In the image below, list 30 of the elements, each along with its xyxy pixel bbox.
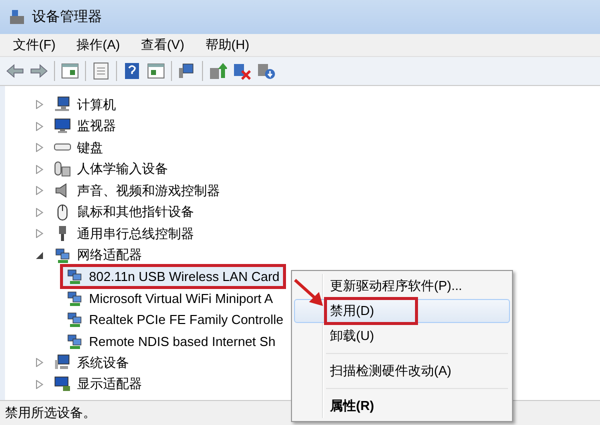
window-title: 设备管理器 <box>32 8 102 26</box>
monitor-icon <box>54 376 71 393</box>
status-text: 禁用所选设备。 <box>5 404 96 422</box>
window-icon[interactable] <box>61 62 79 80</box>
app-icon <box>8 8 26 26</box>
menu-item[interactable]: 帮助(H) <box>198 34 256 56</box>
menu-item[interactable]: 卸载(U) <box>294 324 510 348</box>
menu-item[interactable]: 文件(F) <box>6 34 63 56</box>
back-icon[interactable] <box>6 62 24 80</box>
input-device-icon <box>54 160 71 178</box>
window-icon[interactable] <box>147 62 165 80</box>
forward-icon[interactable] <box>30 62 48 80</box>
tree-item[interactable]: 802.11n USB Wireless LAN Card <box>60 264 286 290</box>
menu-item[interactable]: 属性(R) <box>294 394 510 418</box>
network-icon <box>66 268 83 286</box>
monitor-icon <box>54 118 71 135</box>
computer-icon <box>54 96 71 114</box>
network-icon <box>66 290 83 307</box>
menu-item[interactable]: 查看(V) <box>134 34 192 56</box>
menu-item[interactable]: 扫描检测硬件改动(A) <box>294 359 510 383</box>
computer-icon <box>54 354 71 372</box>
menu-item[interactable]: 更新驱动程序软件(P)... <box>294 274 510 298</box>
network-icon <box>66 311 83 328</box>
menu-item[interactable]: 操作(A) <box>70 34 127 56</box>
network-icon <box>66 332 83 350</box>
document-icon[interactable] <box>92 62 110 80</box>
expander-icon[interactable] <box>35 250 44 260</box>
network-icon <box>54 246 71 264</box>
menu-item[interactable]: 禁用(D) <box>294 299 510 323</box>
help-icon[interactable] <box>123 62 141 80</box>
